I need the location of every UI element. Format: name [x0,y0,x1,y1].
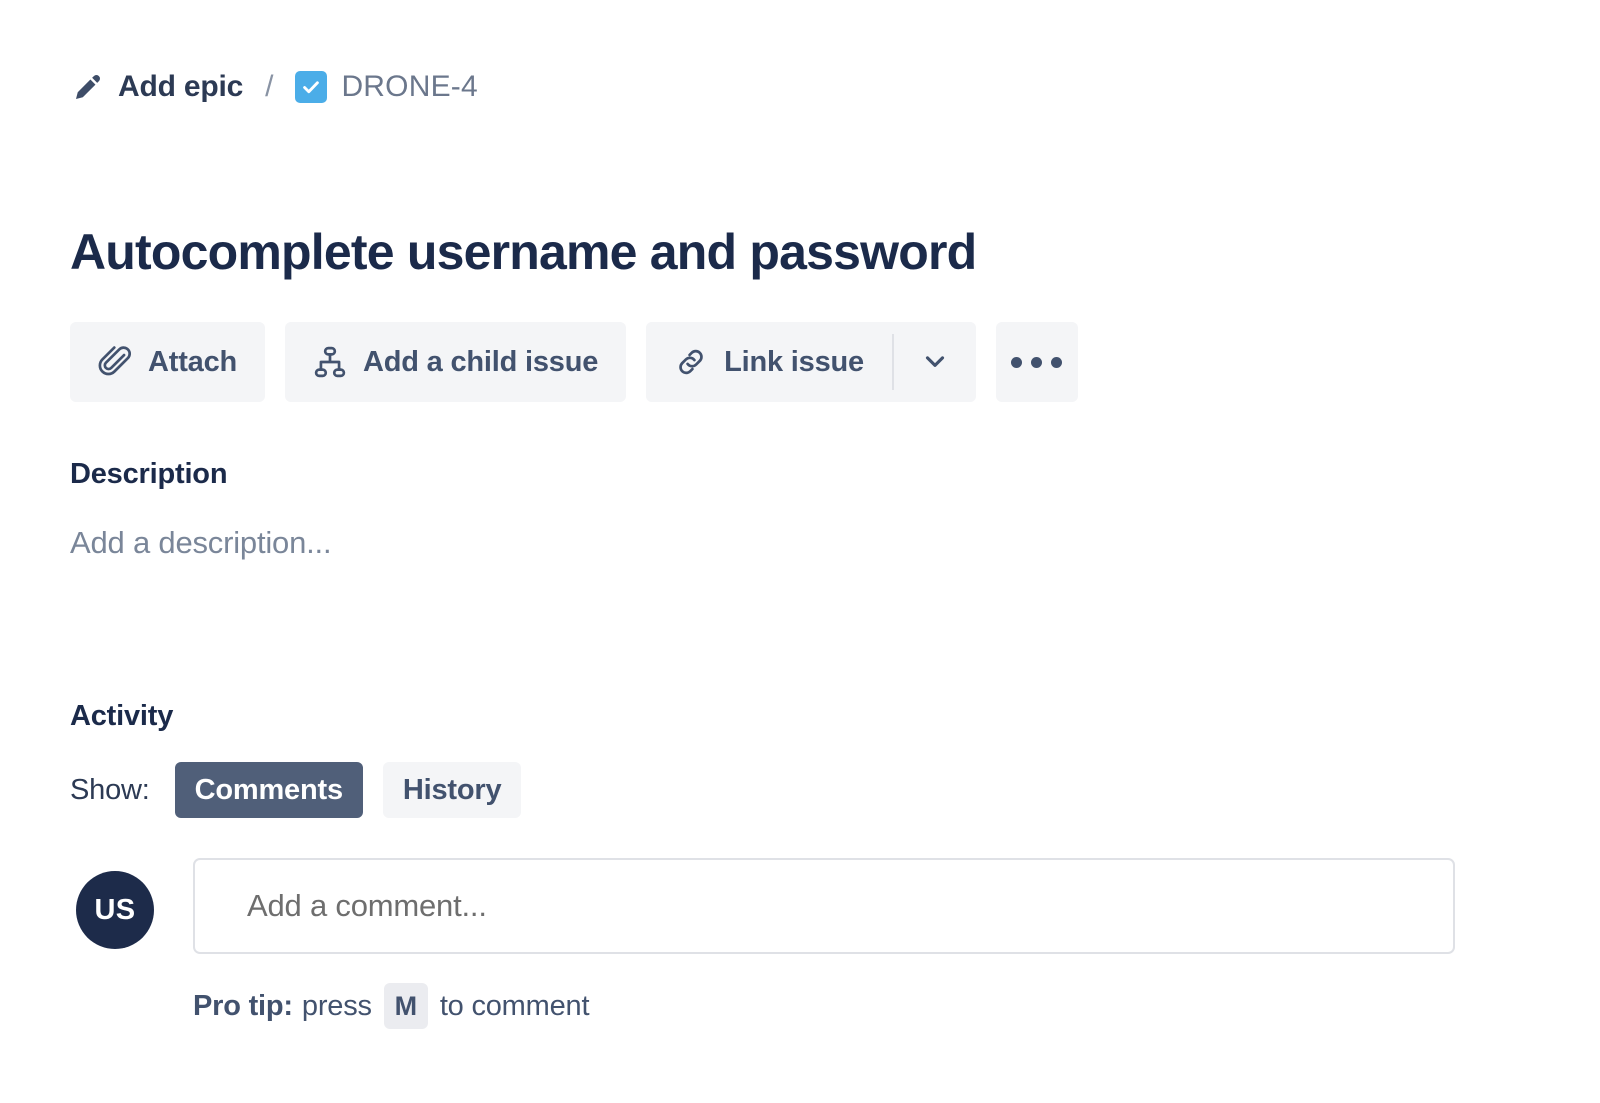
more-horizontal-icon [1011,357,1022,368]
link-issue-dropdown-button[interactable] [894,322,976,402]
pen-icon [72,71,104,103]
task-check-icon [295,71,327,103]
link-issue-split-button: Link issue [646,322,976,402]
more-horizontal-icon-dot-2 [1031,357,1042,368]
pro-tip-prefix: Pro tip: [193,990,293,1023]
breadcrumb-epic-label: Add epic [118,70,243,104]
issue-detail-page: Add epic / DRONE-4 Autocomplete username… [0,0,1600,1103]
breadcrumb-item-issue-key[interactable]: DRONE-4 [295,70,477,104]
breadcrumb: Add epic / DRONE-4 [72,62,478,112]
attach-button[interactable]: Attach [70,322,265,402]
breadcrumb-item-add-epic[interactable]: Add epic [72,70,243,104]
comment-input[interactable]: Add a comment... [193,858,1455,954]
breadcrumb-separator: / [265,70,273,104]
add-comment-row: US Add a comment... [76,858,1455,954]
more-actions-button[interactable] [996,322,1078,402]
attach-button-label: Attach [148,346,237,379]
paperclip-icon [98,345,132,379]
add-child-issue-button[interactable]: Add a child issue [285,322,626,402]
pro-tip-action: press [302,990,372,1023]
avatar[interactable]: US [76,871,154,949]
description-input[interactable]: Add a description... [70,525,331,561]
page-title[interactable]: Autocomplete username and password [70,222,976,282]
activity-filter-row: Show: Comments History [70,762,521,818]
issue-action-toolbar: Attach Add a child issue [70,322,1078,402]
link-issue-button-label: Link issue [724,346,864,379]
activity-show-label: Show: [70,774,150,807]
add-child-issue-button-label: Add a child issue [363,346,598,379]
pro-tip-suffix: to comment [440,990,590,1023]
pro-tip: Pro tip: press M to comment [193,983,589,1029]
chain-link-icon [674,345,708,379]
activity-heading: Activity [70,700,173,733]
more-horizontal-icon-dot-3 [1051,357,1062,368]
hierarchy-tree-icon [313,345,347,379]
link-issue-button[interactable]: Link issue [646,322,892,402]
keyboard-key-badge: M [384,983,428,1029]
description-heading: Description [70,458,227,491]
breadcrumb-issue-key: DRONE-4 [341,70,477,104]
comment-input-placeholder: Add a comment... [247,888,487,924]
activity-filter-comments[interactable]: Comments [175,762,363,818]
chevron-down-icon [920,346,950,379]
activity-filter-history[interactable]: History [383,762,522,818]
